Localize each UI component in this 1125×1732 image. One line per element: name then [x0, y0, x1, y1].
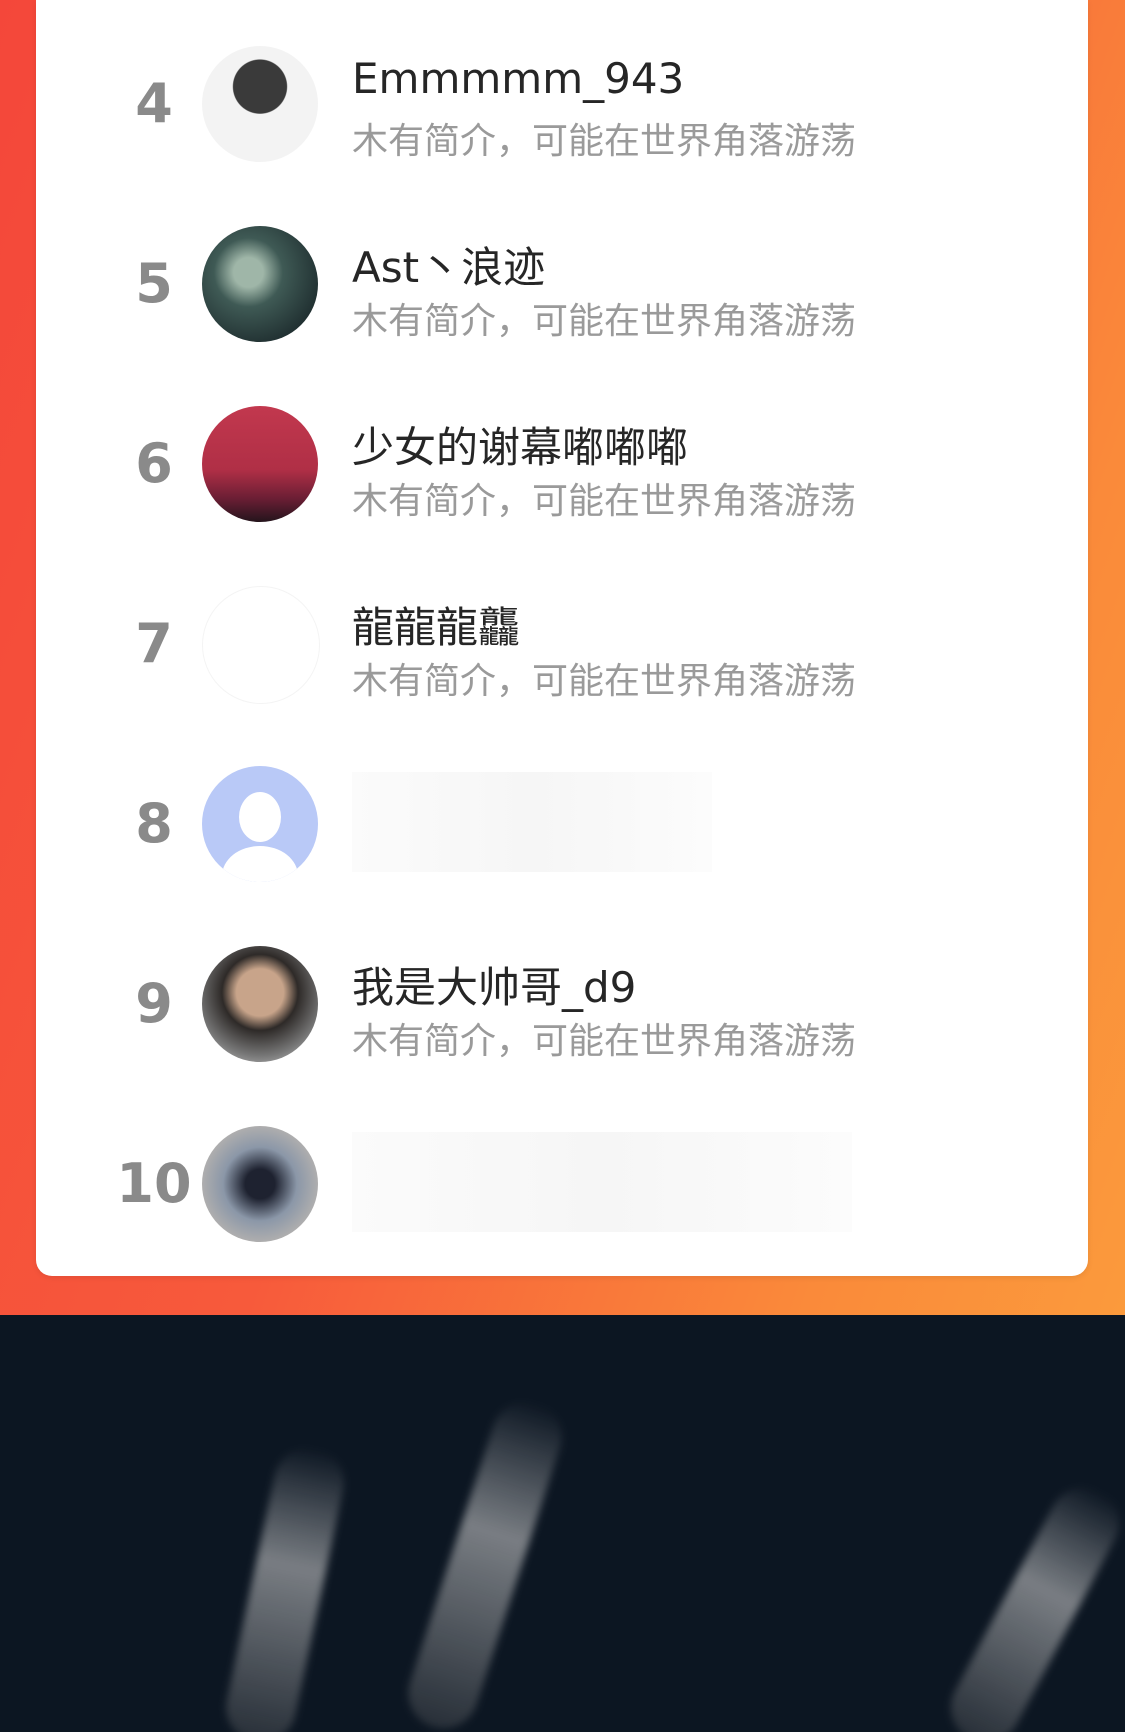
loading-placeholder [352, 772, 712, 872]
user-bio: 木有简介，可能在世界角落游荡 [352, 1021, 857, 1062]
user-name[interactable]: Emmmmm_943 [352, 54, 684, 103]
user-name[interactable]: 龍龍龍龘 [352, 594, 520, 655]
ranking-row[interactable]: 7 龍龍龍龘 木有简介，可能在世界角落游荡 [36, 554, 1088, 734]
blank-avatar-icon[interactable] [202, 586, 320, 704]
light-streak [399, 1392, 571, 1732]
ranking-row[interactable]: 10 [36, 1094, 1088, 1274]
red-sky-avatar-icon[interactable] [202, 406, 318, 522]
default-person-avatar-icon[interactable] [202, 766, 318, 882]
background-artwork [0, 1315, 1125, 1732]
light-streak [219, 1441, 351, 1732]
dark-scene-avatar-icon[interactable] [202, 226, 318, 342]
user-bio: 木有简介，可能在世界角落游荡 [352, 121, 857, 162]
man-portrait-avatar-icon[interactable] [202, 946, 318, 1062]
user-bio: 木有简介，可能在世界角落游荡 [352, 661, 857, 702]
ranking-row[interactable]: 8 [36, 734, 1088, 914]
loading-placeholder [352, 1132, 852, 1232]
ranking-row[interactable]: 4 Emmmmm_943 木有简介，可能在世界角落游荡 [36, 14, 1088, 194]
ranking-row[interactable]: 5 Ast丶浪迹 木有简介，可能在世界角落游荡 [36, 194, 1088, 374]
avatar-head-shape [239, 792, 281, 842]
light-streak [938, 1474, 1125, 1732]
user-name[interactable]: 我是大帅哥_d9 [352, 954, 636, 1015]
anime-boy-avatar-icon[interactable] [202, 46, 318, 162]
user-bio: 木有简介，可能在世界角落游荡 [352, 481, 857, 522]
ranking-card: 4 Emmmmm_943 木有简介，可能在世界角落游荡 5 Ast丶浪迹 木有简… [36, 0, 1088, 1276]
user-name[interactable]: 少女的谢幕嘟嘟嘟 [352, 414, 688, 475]
figure-photo-avatar-icon[interactable] [202, 1126, 318, 1242]
ranking-row[interactable]: 6 少女的谢幕嘟嘟嘟 木有简介，可能在世界角落游荡 [36, 374, 1088, 554]
user-name[interactable]: Ast丶浪迹 [352, 234, 545, 295]
ranking-row[interactable]: 9 我是大帅哥_d9 木有简介，可能在世界角落游荡 [36, 914, 1088, 1094]
avatar-body-shape [222, 846, 298, 882]
user-bio: 木有简介，可能在世界角落游荡 [352, 301, 857, 342]
